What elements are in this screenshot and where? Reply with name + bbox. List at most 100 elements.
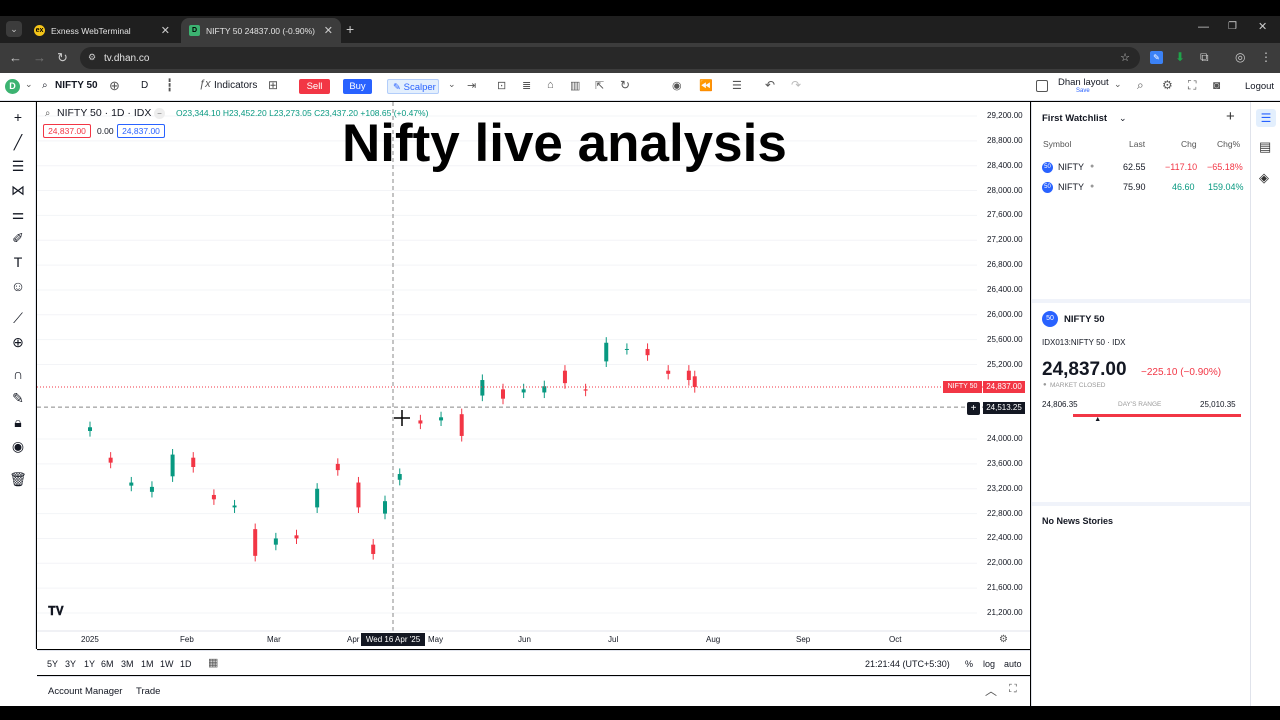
tab-search-icon[interactable]: ⌄ (6, 21, 22, 37)
expand-panel-icon[interactable]: ︿ (985, 682, 997, 699)
profile-icon[interactable]: ◎ (1235, 50, 1245, 64)
magnet-icon[interactable]: ∩ (9, 365, 27, 383)
popout-icon[interactable]: ⇱ (595, 79, 604, 92)
redo-icon[interactable]: ↷ (791, 78, 801, 92)
close-tab-icon[interactable]: ✕ (324, 24, 333, 37)
forecast-tool-icon[interactable]: ⚌ (9, 205, 27, 223)
logo-menu-chevron-icon[interactable]: ⌄ (25, 79, 33, 90)
candle[interactable] (273, 538, 278, 545)
sell-button[interactable]: Sell (299, 79, 330, 94)
calendar-goto-icon[interactable]: ▦ (208, 656, 218, 669)
trendline-tool-icon[interactable]: ╱ (9, 133, 27, 151)
candle[interactable] (211, 494, 216, 500)
candle[interactable] (108, 457, 113, 463)
site-info-icon[interactable]: ⚙ (88, 52, 96, 63)
candle[interactable] (371, 544, 376, 554)
range-5y[interactable]: 5Y (47, 659, 58, 669)
close-tab-icon[interactable]: ✕ (161, 24, 170, 37)
symbol-search-icon[interactable]: ⌕ (42, 80, 48, 91)
add-symbol-icon[interactable]: + (1226, 108, 1235, 125)
candle[interactable] (191, 457, 196, 468)
candle[interactable] (666, 370, 671, 374)
depth-icon[interactable]: ≣ (522, 79, 531, 92)
candle[interactable] (624, 348, 629, 350)
camera-icon[interactable]: ◙ (1213, 78, 1220, 92)
browser-menu-icon[interactable]: ⋮ (1260, 50, 1272, 64)
extensions-puzzle-icon[interactable]: ⧉ (1200, 50, 1209, 65)
new-tab-icon[interactable]: + (346, 21, 354, 37)
layout-save-label[interactable]: Save (1076, 88, 1090, 94)
reload-icon[interactable]: ↻ (57, 50, 68, 66)
candle[interactable] (521, 389, 526, 393)
candle[interactable] (383, 501, 387, 514)
layout-dropdown-icon[interactable]: ⌄ (1114, 79, 1122, 90)
candle[interactable] (170, 454, 175, 477)
crosshair-tool-icon[interactable]: + (9, 108, 27, 126)
candle[interactable] (418, 420, 423, 424)
lock-pencil-icon[interactable]: ✎ (9, 389, 27, 407)
auto-scale-toggle[interactable]: auto (1004, 659, 1022, 669)
watchlist-widget-icon[interactable]: ☰ (1256, 109, 1276, 127)
refresh-icon[interactable]: ↻ (620, 78, 630, 92)
candle[interactable] (439, 417, 444, 421)
details-widget-icon[interactable]: ▤ (1259, 139, 1271, 155)
text-tool-icon[interactable]: T (9, 253, 27, 271)
candle[interactable] (480, 380, 485, 396)
range-3y[interactable]: 3Y (65, 659, 76, 669)
menu-lines-icon[interactable]: ☰ (732, 79, 742, 92)
buy-button[interactable]: Buy (343, 79, 372, 94)
broadcast-icon[interactable]: ◉ (672, 79, 682, 92)
maximize-panel-icon[interactable]: ⛶ (1009, 683, 1017, 696)
candle[interactable] (253, 529, 258, 556)
exit-icon[interactable]: ⇥ (467, 79, 476, 92)
watchlist-row[interactable]: 50 NIFTY ● 75.90 46.60 159.04% (1032, 178, 1251, 198)
scalper-button[interactable]: ✎ Scalper (387, 79, 439, 94)
minimize-icon[interactable]: — (1198, 21, 1209, 33)
watchlist-row[interactable]: 50 NIFTY ● 62.55 −117.10 −65.18% (1032, 158, 1251, 178)
panel-divider[interactable] (1032, 299, 1251, 303)
watchlist-dropdown-icon[interactable]: ⌄ (1119, 113, 1127, 124)
candle[interactable] (686, 370, 691, 381)
tab-nifty[interactable]: D NIFTY 50 24837.00 (-0.90%) ✕ (181, 18, 341, 43)
restore-icon[interactable]: ❐ (1228, 21, 1237, 32)
candle[interactable] (335, 463, 340, 471)
col-chg[interactable]: Chg (1181, 139, 1197, 149)
trade-tab[interactable]: Trade (136, 686, 160, 697)
eye-icon[interactable]: ◉ (9, 437, 27, 455)
undo-icon[interactable]: ↶ (765, 78, 775, 92)
col-symbol[interactable]: Symbol (1043, 139, 1071, 149)
candle[interactable] (149, 486, 154, 492)
interval-button[interactable]: D (141, 80, 148, 91)
replay-icon[interactable]: ⏪ (699, 79, 713, 92)
back-icon[interactable]: ← (9, 50, 22, 65)
basket-icon[interactable]: ⌂ (547, 79, 554, 91)
legend-collapse-icon[interactable]: − (154, 108, 165, 119)
candlestick-chart[interactable] (37, 102, 1030, 649)
scalper-dropdown-icon[interactable]: ⌄ (448, 79, 456, 90)
settings-gear-icon[interactable]: ⚙ (1162, 78, 1173, 92)
quick-search-icon[interactable]: ⌕ (1137, 78, 1144, 93)
tab-exness[interactable]: ex Exness WebTerminal ✕ (26, 18, 178, 43)
layout-icon[interactable] (1036, 80, 1048, 92)
ruler-tool-icon[interactable]: ⟋ (9, 309, 27, 327)
range-1w[interactable]: 1W (160, 659, 174, 669)
range-3m[interactable]: 3M (121, 659, 134, 669)
symbol-search-input[interactable]: NIFTY 50 (55, 80, 98, 91)
range-1y[interactable]: 1Y (84, 659, 95, 669)
clock-time[interactable]: 21:21:44 (UTC+5:30) (865, 659, 950, 669)
sell-price-box[interactable]: 24,837.00 (43, 124, 91, 138)
candle[interactable] (459, 414, 464, 436)
buy-price-box[interactable]: 24,837.00 (117, 124, 165, 138)
compare-add-icon[interactable]: ⊕ (109, 78, 120, 94)
candle[interactable] (604, 342, 609, 362)
account-manager-tab[interactable]: Account Manager (48, 686, 122, 697)
candle[interactable] (645, 348, 650, 356)
add-alert-plus-icon[interactable]: + (967, 402, 980, 415)
panel-divider[interactable] (1032, 502, 1251, 506)
bookmark-star-icon[interactable]: ☆ (1120, 51, 1130, 64)
forward-icon[interactable]: → (33, 50, 46, 65)
candle-type-icon[interactable]: ┇ (166, 78, 173, 92)
chart-pane[interactable] (37, 102, 1030, 649)
candle[interactable] (356, 482, 361, 508)
candle[interactable] (232, 505, 237, 508)
